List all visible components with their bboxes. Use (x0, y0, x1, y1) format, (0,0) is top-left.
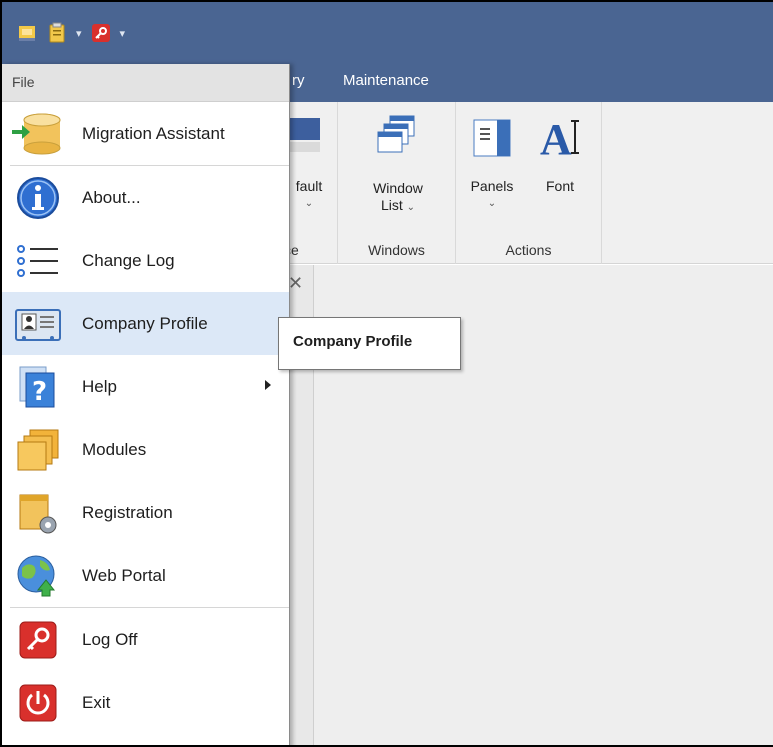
default-label: fault (295, 178, 323, 194)
window-list-icon (377, 115, 415, 153)
menu-item-label: Modules (82, 439, 147, 459)
svg-text:?: ? (32, 377, 47, 407)
tab-maintenance[interactable]: Maintenance (343, 72, 429, 89)
power-icon (10, 681, 66, 725)
chevron-down-icon: ⌄ (487, 198, 497, 209)
registration-gear-icon (10, 491, 66, 535)
panels-icon (473, 119, 511, 157)
title-bar: ▾ ▾ (2, 2, 773, 64)
menu-item-label: Registration (82, 502, 173, 522)
file-menu: File Migration Assistant About... Change… (2, 64, 290, 745)
ribbon-group-partial: fault ⌄ ce (282, 102, 338, 264)
key-icon (10, 618, 66, 662)
menu-item-modules[interactable]: Modules (2, 418, 289, 481)
application-window: ▾ ▾ ry Maintenance fault ⌄ ce Window Lis… (0, 0, 773, 747)
clipboard-icon[interactable] (46, 22, 68, 44)
submenu-arrow-icon (265, 380, 271, 390)
font-icon: A (540, 115, 579, 160)
menu-item-label: About... (82, 187, 141, 207)
ribbon-group-label-windows: Windows (368, 242, 425, 258)
logoff-icon[interactable] (90, 22, 112, 44)
panels-button[interactable]: Panels ⌄ (464, 118, 520, 212)
window-list-label-line1: Window (373, 180, 423, 196)
svg-text:A: A (540, 115, 572, 160)
menu-item-log-off[interactable]: Log Off (2, 608, 289, 671)
menu-item-label: Help (82, 376, 117, 396)
menu-item-migration-assistant[interactable]: Migration Assistant (2, 102, 289, 165)
menu-item-help[interactable]: ? Help (2, 355, 289, 418)
info-icon (10, 176, 66, 220)
panels-label: Panels (470, 178, 514, 194)
close-icon[interactable]: ✕ (288, 273, 303, 294)
menu-item-label: Migration Assistant (82, 123, 225, 143)
menu-item-label: Log Off (82, 629, 138, 649)
ribbon-group-label-partial: ce (284, 242, 299, 258)
customize-toolbar-chevron-icon[interactable]: ▾ (120, 27, 126, 40)
font-label: Font (545, 178, 574, 194)
menu-item-company-profile[interactable]: Company Profile (2, 292, 289, 355)
window-list-button[interactable]: Window List ⌄ (360, 114, 436, 216)
menu-item-registration[interactable]: Registration (2, 481, 289, 544)
ribbon-group-label-actions: Actions (505, 242, 552, 258)
tooltip: Company Profile (278, 317, 461, 370)
chevron-down-icon: ⌄ (304, 198, 314, 209)
tab-partial[interactable]: ry (292, 72, 305, 89)
menu-item-label: Change Log (82, 250, 175, 270)
app-logo-icon[interactable] (16, 22, 38, 44)
chevron-down-icon[interactable]: ▾ (76, 27, 82, 40)
menu-item-label: Web Portal (82, 565, 166, 585)
quick-access-toolbar: ▾ ▾ (16, 22, 125, 44)
modules-icon (10, 428, 66, 472)
list-icon (10, 239, 66, 283)
profile-card-icon (10, 302, 66, 346)
menu-item-label: Company Profile (82, 313, 208, 333)
default-button-label[interactable]: fault ⌄ (282, 178, 336, 212)
ribbon-group-actions: Panels ⌄ A Font Actions (456, 102, 602, 264)
chevron-down-icon: ⌄ (406, 202, 416, 213)
menu-item-change-log[interactable]: Change Log (2, 229, 289, 292)
menu-item-web-portal[interactable]: Web Portal (2, 544, 289, 607)
font-button[interactable]: A Font (532, 114, 588, 195)
menu-item-about[interactable]: About... (2, 166, 289, 229)
menu-item-label: Exit (82, 692, 111, 712)
window-list-label-line2: List (380, 197, 403, 213)
globe-icon (10, 554, 66, 598)
ribbon-group-windows: Window List ⌄ Windows (338, 102, 456, 264)
database-arrow-icon (10, 112, 66, 156)
file-menu-header[interactable]: File (2, 64, 289, 102)
help-book-icon: ? (10, 365, 66, 409)
menu-item-exit[interactable]: Exit (2, 671, 289, 734)
